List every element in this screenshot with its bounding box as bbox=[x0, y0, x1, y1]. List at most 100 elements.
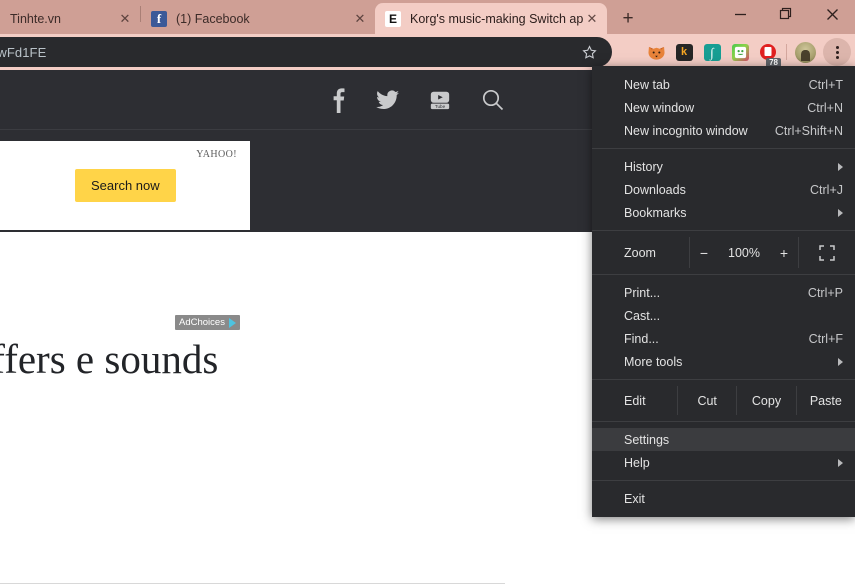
tab-korg-engadget[interactable]: E Korg's music-making Switch app ✕ bbox=[375, 3, 607, 34]
ad-search-now-button[interactable]: Search now bbox=[75, 169, 176, 202]
menu-item-print[interactable]: Print... Ctrl+P bbox=[592, 281, 855, 304]
menu-separator bbox=[592, 230, 855, 231]
menu-item-label: Help bbox=[624, 455, 650, 470]
bookmark-star-icon[interactable] bbox=[578, 41, 600, 63]
menu-item-shortcut: Ctrl+P bbox=[807, 285, 843, 300]
menu-item-bookmarks[interactable]: Bookmarks bbox=[592, 201, 855, 224]
chevron-right-icon bbox=[838, 357, 843, 366]
restore-icon[interactable] bbox=[763, 0, 809, 28]
menu-separator bbox=[592, 274, 855, 275]
menu-item-label: Downloads bbox=[624, 182, 686, 197]
browser-toolbar: 73fwPJ7avSUvghqwFd1FE k ∫ bbox=[0, 34, 855, 70]
paste-button[interactable]: Paste bbox=[795, 386, 855, 415]
chevron-right-icon bbox=[838, 458, 843, 467]
extensions-separator bbox=[786, 44, 787, 60]
close-icon[interactable]: ✕ bbox=[351, 10, 369, 28]
fullscreen-icon[interactable] bbox=[799, 237, 855, 268]
menu-zoom-row: Zoom − 100% + bbox=[592, 237, 855, 268]
chrome-menu-button[interactable] bbox=[823, 38, 851, 66]
menu-separator bbox=[592, 480, 855, 481]
tab-title: Tinhte.vn bbox=[10, 11, 61, 26]
chevron-right-icon bbox=[838, 208, 843, 217]
zoom-controls: − 100% + bbox=[689, 237, 799, 268]
cut-button[interactable]: Cut bbox=[677, 386, 736, 415]
menu-item-shortcut: Ctrl+F bbox=[808, 331, 843, 346]
minimize-icon[interactable] bbox=[717, 0, 763, 28]
menu-item-shortcut: Ctrl+T bbox=[808, 77, 843, 92]
twitter-icon[interactable] bbox=[376, 90, 399, 110]
menu-item-downloads[interactable]: Downloads Ctrl+J bbox=[592, 178, 855, 201]
youtube-icon[interactable]: Tube bbox=[429, 89, 451, 111]
menu-item-new-tab[interactable]: New tab Ctrl+T bbox=[592, 73, 855, 96]
edit-label: Edit bbox=[624, 393, 646, 408]
copy-button[interactable]: Copy bbox=[736, 386, 795, 415]
zoom-level: 100% bbox=[728, 245, 760, 260]
menu-item-label: More tools bbox=[624, 354, 683, 369]
menu-item-cast[interactable]: Cast... bbox=[592, 304, 855, 327]
menu-item-label: Cast... bbox=[624, 308, 661, 323]
menu-item-label: Settings bbox=[624, 432, 670, 447]
new-tab-button[interactable]: + bbox=[613, 4, 643, 32]
svg-text:Tube: Tube bbox=[435, 104, 446, 109]
facebook-favicon-icon: f bbox=[151, 10, 167, 27]
menu-item-settings[interactable]: Settings bbox=[592, 428, 855, 451]
zoom-label: Zoom bbox=[624, 245, 656, 260]
engadget-favicon-icon: E bbox=[385, 10, 401, 27]
menu-dot bbox=[835, 45, 839, 49]
grammar-extension-icon[interactable]: ∫ bbox=[698, 34, 726, 70]
menu-item-shortcut: Ctrl+N bbox=[807, 100, 843, 115]
menu-separator bbox=[592, 421, 855, 422]
profile-avatar[interactable] bbox=[791, 34, 819, 70]
browser-window: s Tube bbox=[0, 0, 855, 584]
tab-title: (1) Facebook bbox=[176, 11, 250, 26]
close-icon[interactable] bbox=[809, 0, 855, 28]
adblock-extension-icon[interactable]: 78 bbox=[754, 34, 782, 70]
menu-item-find[interactable]: Find... Ctrl+F bbox=[592, 327, 855, 350]
menu-item-more-tools[interactable]: More tools bbox=[592, 350, 855, 373]
url-text[interactable]: 73fwPJ7avSUvghqwFd1FE bbox=[0, 45, 578, 60]
menu-dot bbox=[835, 55, 839, 59]
tab-tinhte[interactable]: Tinhte.vn ✕ bbox=[0, 3, 140, 34]
window-controls bbox=[717, 0, 855, 34]
menu-edit-row: Edit Cut Copy Paste bbox=[592, 386, 855, 415]
close-icon[interactable]: ✕ bbox=[583, 10, 601, 28]
yahoo-ad-card[interactable]: YAHOO! c Cars Search now bbox=[0, 141, 250, 230]
tab-strip: Tinhte.vn ✕ f (1) Facebook ✕ E Korg's mu… bbox=[0, 0, 855, 34]
smiley-extension-icon[interactable] bbox=[726, 34, 754, 70]
menu-item-label: Print... bbox=[624, 285, 661, 300]
search-icon[interactable] bbox=[481, 88, 505, 112]
yahoo-brand-label: YAHOO! bbox=[196, 149, 237, 160]
address-bar[interactable]: 73fwPJ7avSUvghqwFd1FE bbox=[0, 37, 612, 67]
kami-extension-icon[interactable]: k bbox=[670, 34, 698, 70]
adchoices-triangle-icon bbox=[228, 317, 236, 328]
menu-item-history[interactable]: History bbox=[592, 155, 855, 178]
menu-item-label: Find... bbox=[624, 331, 659, 346]
menu-separator bbox=[592, 148, 855, 149]
menu-item-shortcut: Ctrl+J bbox=[810, 182, 843, 197]
menu-item-label: Exit bbox=[624, 491, 645, 506]
chevron-right-icon bbox=[838, 162, 843, 171]
menu-item-new-window[interactable]: New window Ctrl+N bbox=[592, 96, 855, 119]
adchoices-label: AdChoices bbox=[179, 317, 225, 328]
menu-dot bbox=[835, 50, 839, 54]
menu-item-help[interactable]: Help bbox=[592, 451, 855, 474]
extensions-row: k ∫ 78 bbox=[642, 34, 851, 70]
facebook-icon[interactable] bbox=[330, 86, 346, 114]
article-headline: witch app offers e sounds bbox=[0, 336, 219, 382]
menu-item-new-incognito-window[interactable]: New incognito window Ctrl+Shift+N bbox=[592, 119, 855, 142]
fox-extension-icon[interactable] bbox=[642, 34, 670, 70]
menu-item-label: New incognito window bbox=[624, 123, 748, 138]
zoom-out-button[interactable]: − bbox=[698, 245, 710, 261]
zoom-in-button[interactable]: + bbox=[778, 245, 790, 261]
tab-facebook[interactable]: f (1) Facebook ✕ bbox=[141, 3, 375, 34]
menu-item-label: New window bbox=[624, 100, 695, 115]
close-icon[interactable]: ✕ bbox=[116, 10, 134, 28]
tab-title: Korg's music-making Switch app bbox=[410, 11, 583, 26]
adchoices-badge[interactable]: AdChoices bbox=[175, 315, 240, 330]
site-social-links: Tube bbox=[330, 70, 505, 129]
menu-item-exit[interactable]: Exit bbox=[592, 487, 855, 510]
chrome-main-menu: New tab Ctrl+T New window Ctrl+N New inc… bbox=[592, 66, 855, 517]
menu-separator bbox=[592, 379, 855, 380]
menu-item-label: New tab bbox=[624, 77, 670, 92]
menu-item-label: Bookmarks bbox=[624, 205, 687, 220]
